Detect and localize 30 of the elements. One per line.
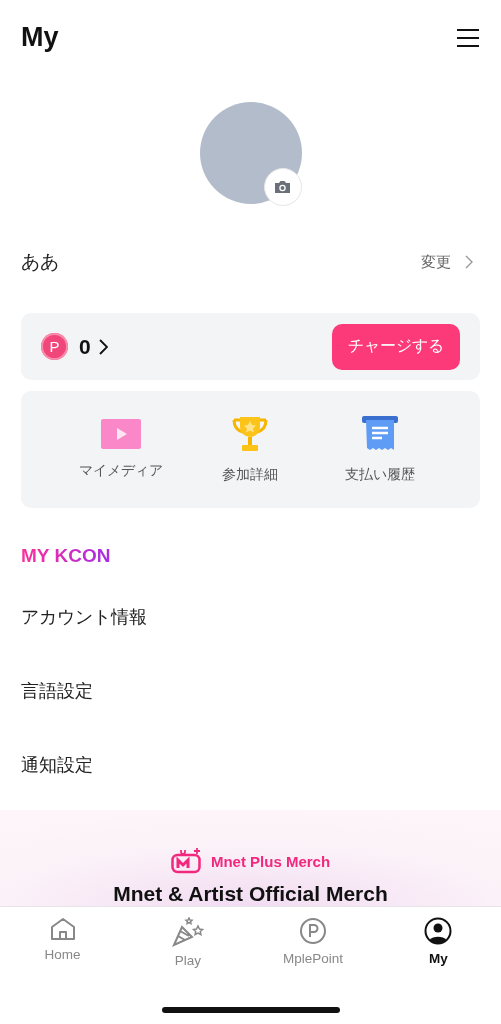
change-link[interactable]: 変更 (421, 252, 473, 272)
menu-item[interactable]: 通知設定 (0, 728, 501, 802)
camera-icon (274, 180, 291, 194)
chevron-icon (465, 255, 473, 269)
nav-tab[interactable]: MplePoint (250, 917, 376, 968)
point-coin-icon (299, 917, 328, 945)
camera-button[interactable] (263, 168, 302, 206)
user-icon (424, 917, 453, 945)
merch-banner[interactable]: Mnet Plus Merch Mnet & Artist Official Merch (0, 810, 501, 906)
receipt-icon (361, 415, 400, 453)
point-badge: P (41, 333, 68, 360)
brand-logo-icon (170, 848, 203, 874)
menu-item[interactable]: 言語設定 (0, 654, 501, 728)
chevron-icon (98, 338, 108, 355)
nav-tab[interactable]: My (375, 917, 501, 968)
party-popper-icon (171, 917, 204, 947)
menu-icon[interactable] (456, 27, 480, 48)
banner-headline: Mnet & Artist Official Merch (113, 882, 388, 906)
menu-item[interactable]: アカウント情報 (0, 580, 501, 654)
page-title: My (21, 22, 59, 53)
user-name: ああ (21, 249, 59, 274)
brand-name: Mnet Plus Merch (210, 852, 331, 870)
point-balance-link[interactable]: 0 (79, 334, 108, 359)
shortcut-item[interactable]: 支払い履歴 (315, 391, 445, 508)
nav-tab[interactable]: Home (0, 917, 126, 968)
home-icon (49, 917, 76, 941)
shortcut-item[interactable]: 参加詳細 (185, 391, 316, 508)
play-video-icon (100, 419, 141, 449)
shortcut-item[interactable]: マイメディア (56, 391, 186, 508)
nav-tab[interactable]: Play (125, 917, 251, 968)
